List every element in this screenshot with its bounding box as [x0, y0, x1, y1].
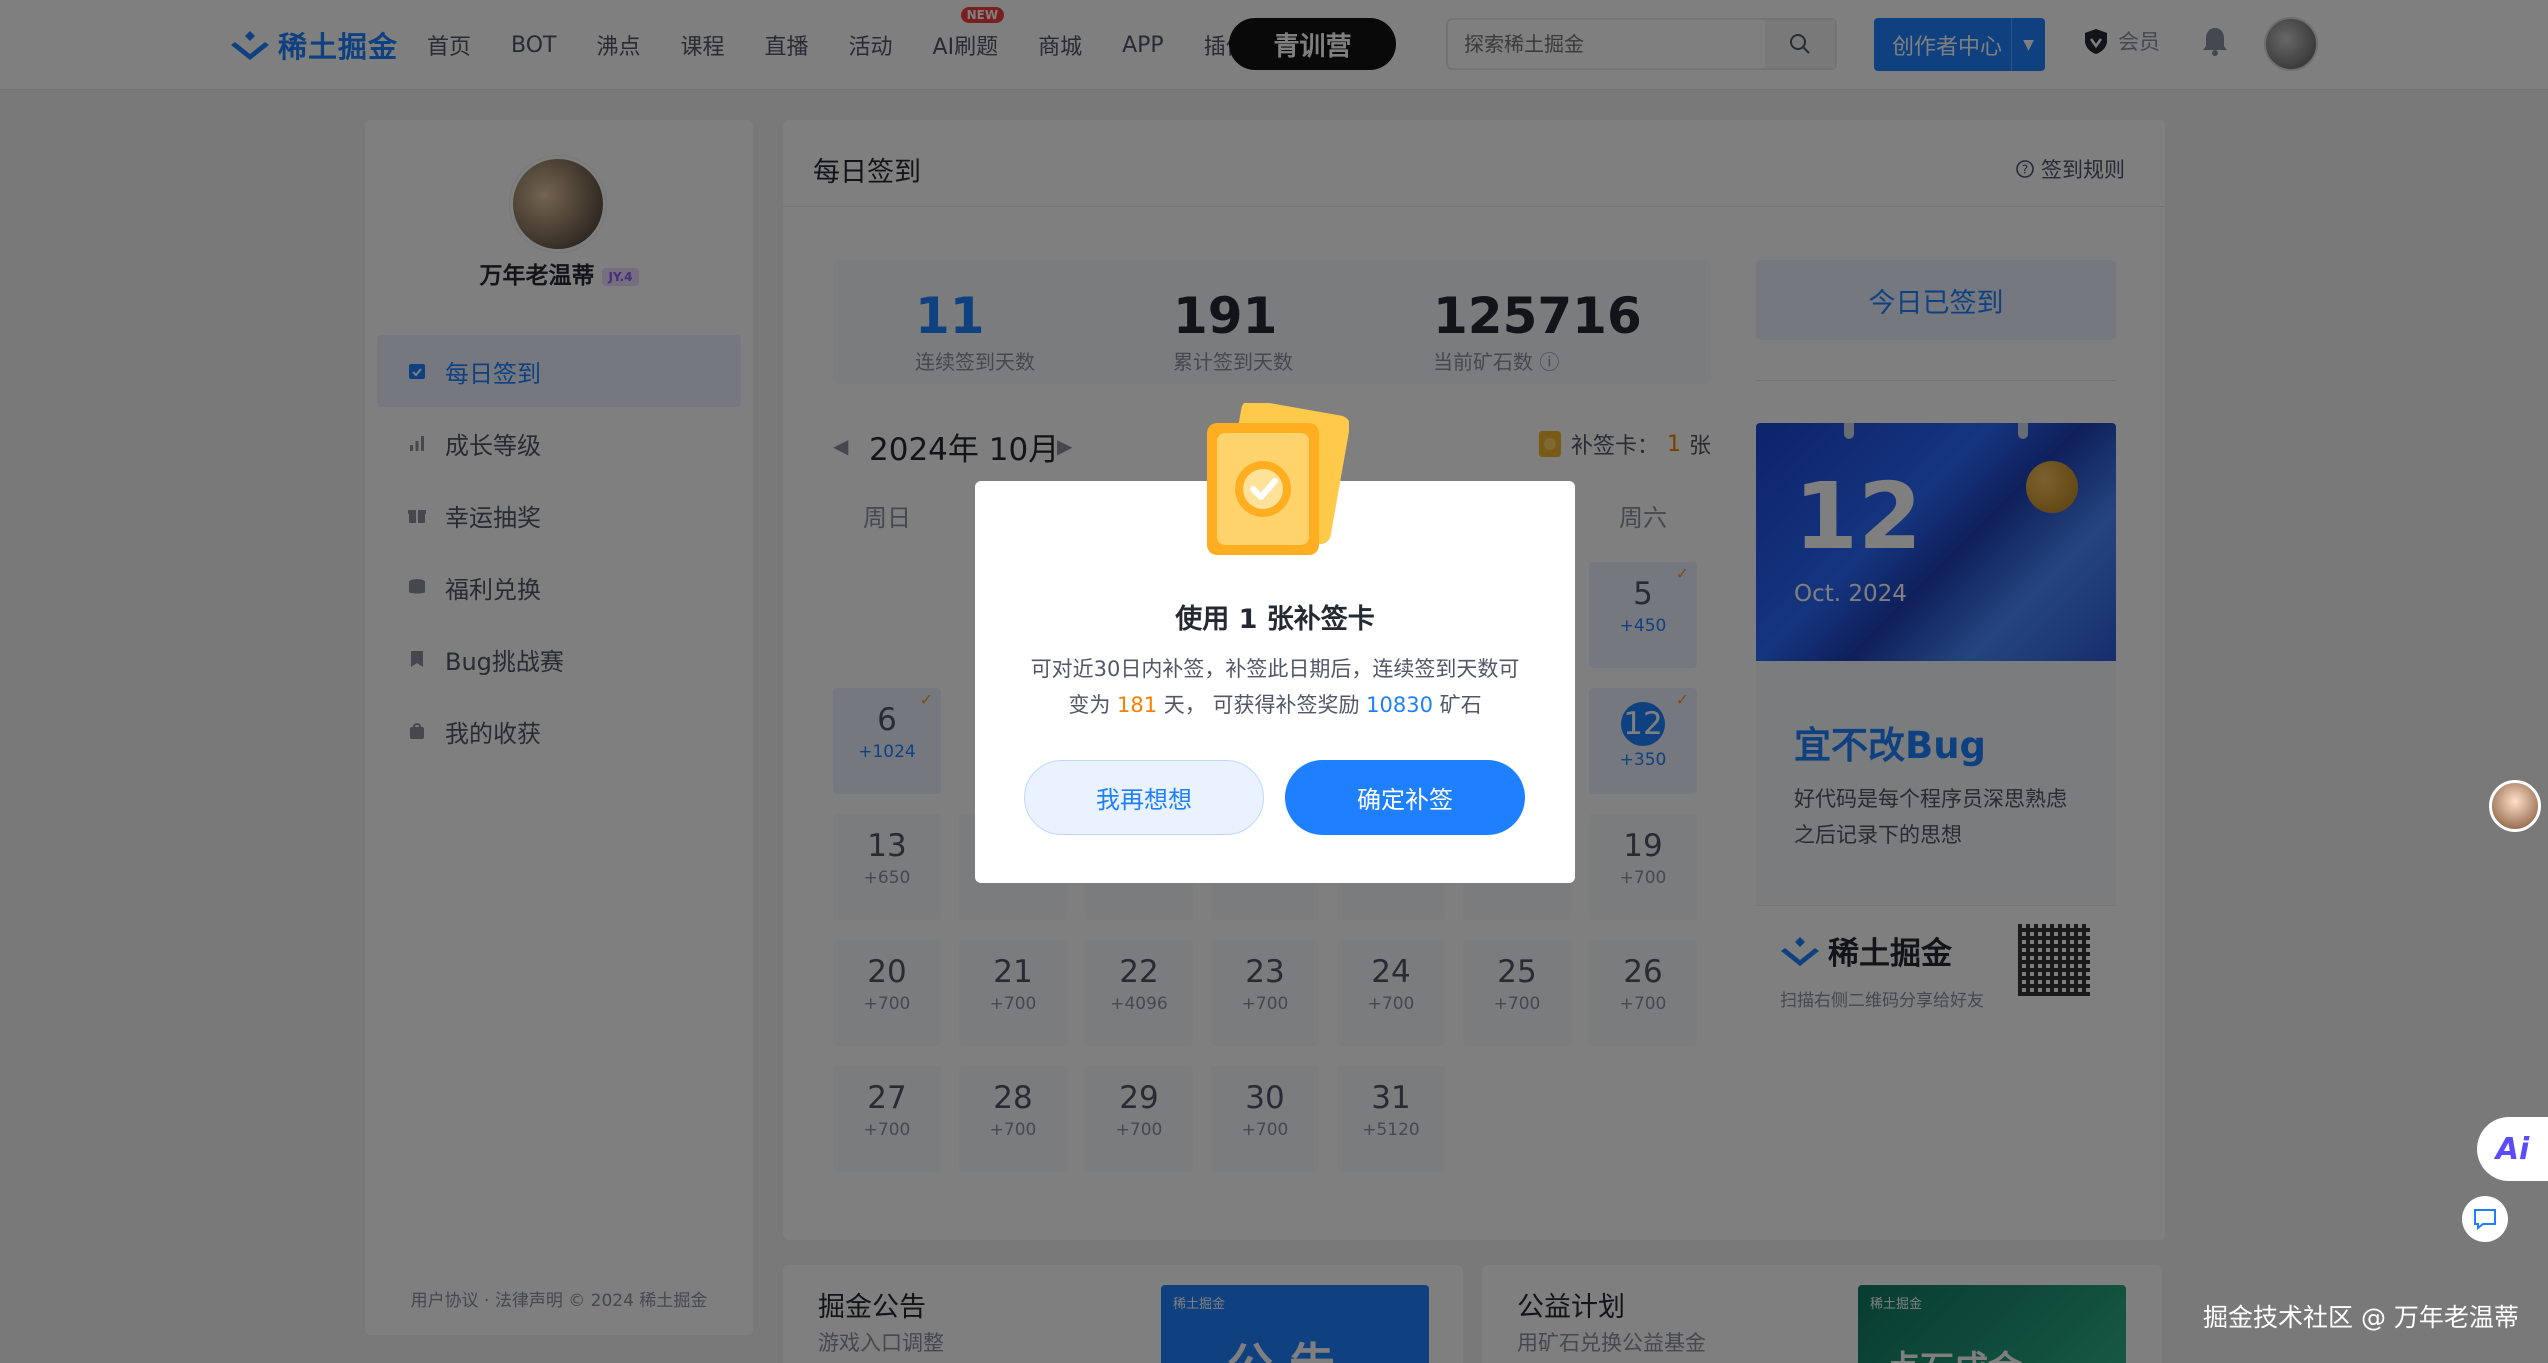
- assistant-avatar[interactable]: [2489, 780, 2541, 832]
- confirm-makeup-button[interactable]: 确定补签: [1285, 760, 1525, 835]
- modal-text-3: 矿石: [1439, 693, 1482, 717]
- makeup-card-illustration: [1207, 403, 1349, 555]
- ai-assistant-button[interactable]: Ai: [2477, 1117, 2548, 1181]
- chat-icon[interactable]: [2462, 1196, 2508, 1242]
- modal-text: 可对近30日内补签，补签此日期后，连续签到天数可变为 181 天， 可获得补签奖…: [1025, 651, 1525, 723]
- modal-ore-value: 10830: [1366, 693, 1433, 717]
- watermark: 掘金技术社区 @ 万年老温蒂: [2203, 1303, 2519, 1332]
- modal-days-value: 181: [1117, 693, 1158, 717]
- makeup-modal: 使用 1 张补签卡 可对近30日内补签，补签此日期后，连续签到天数可变为 181…: [975, 403, 1575, 883]
- modal-text-2: 天， 可获得补签奖励: [1163, 693, 1360, 717]
- modal-title: 使用 1 张补签卡: [1175, 604, 1375, 635]
- cancel-button[interactable]: 我再想想: [1024, 760, 1264, 835]
